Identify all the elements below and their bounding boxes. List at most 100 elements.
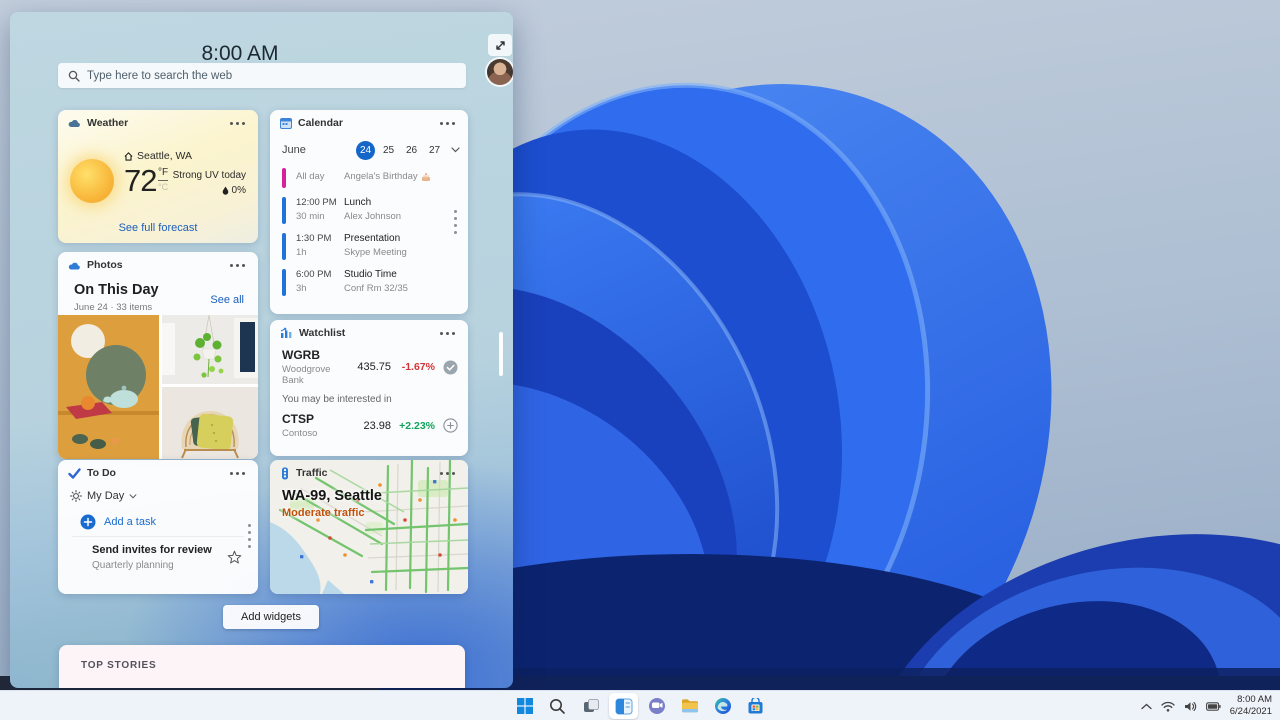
volume-icon[interactable] xyxy=(1184,701,1197,712)
desktop: 8:00 AM Weather xyxy=(0,0,1280,720)
birthday-cake-icon xyxy=(421,172,430,181)
widget-title: Weather xyxy=(87,117,129,129)
todo-menu-button[interactable] xyxy=(226,465,248,481)
traffic-widget: Traffic WA-99, Seattle Moderate traffic xyxy=(270,460,468,594)
todo-widget: To Do My Day Add a task Send invites for… xyxy=(58,460,258,594)
widgets-button[interactable] xyxy=(609,693,638,719)
edge-button[interactable] xyxy=(708,693,737,719)
photo-thumbnail[interactable] xyxy=(58,315,159,459)
calendar-event[interactable]: 6:00 PM 3h Studio Time Conf Rm 32/35 xyxy=(282,269,454,296)
traffic-status: Moderate traffic xyxy=(282,507,365,519)
photo-rattan-chair xyxy=(162,387,258,459)
widget-title: Photos xyxy=(87,259,123,271)
add-task-button[interactable]: Add a task xyxy=(80,514,156,530)
photo-hanging-plant xyxy=(162,315,258,384)
calendar-expand-button[interactable] xyxy=(451,147,460,153)
photos-subheading: June 24 · 33 items xyxy=(74,302,153,313)
see-all-link[interactable]: See all xyxy=(210,294,244,306)
weather-menu-button[interactable] xyxy=(226,115,248,131)
task-view-button[interactable] xyxy=(576,693,605,719)
divider xyxy=(72,536,244,537)
expand-icon xyxy=(495,40,505,50)
event-title: Lunch xyxy=(344,197,372,208)
add-widgets-button[interactable]: Add widgets xyxy=(223,605,319,629)
traffic-light-icon xyxy=(282,467,288,479)
file-explorer-icon xyxy=(681,699,698,713)
stock-company: Contoso xyxy=(282,428,318,439)
photo-thumbnail[interactable] xyxy=(162,315,258,384)
widgets-panel: 8:00 AM Weather xyxy=(10,12,513,688)
traffic-route: WA-99, Seattle xyxy=(282,488,382,504)
start-button[interactable] xyxy=(510,693,539,719)
store-button[interactable] xyxy=(741,693,770,719)
todo-list-label: My Day xyxy=(87,490,125,502)
weather-temperature: 72 xyxy=(124,163,157,198)
weather-widget: Weather Seattle, WA 72 °F °C Strong UV t… xyxy=(58,110,258,243)
calendar-event[interactable]: 12:00 PM 30 min Lunch Alex Johnson xyxy=(282,197,454,224)
calendar-date-26[interactable]: 26 xyxy=(402,141,421,160)
file-explorer-button[interactable] xyxy=(675,693,704,719)
star-favorite-icon[interactable] xyxy=(227,550,242,565)
weather-condition: Strong UV today xyxy=(172,170,246,181)
calendar-menu-button[interactable] xyxy=(436,115,458,131)
calendar-date-27[interactable]: 27 xyxy=(425,141,444,160)
expand-widgets-button[interactable] xyxy=(488,34,512,56)
unit-celsius[interactable]: °C xyxy=(158,183,168,192)
chat-button[interactable] xyxy=(642,693,671,719)
stocks-chart-icon xyxy=(280,327,292,338)
taskbar-search-button[interactable] xyxy=(543,693,572,719)
event-color-bar xyxy=(282,168,286,188)
microsoft-store-icon xyxy=(748,697,763,713)
event-title: Presentation xyxy=(344,233,401,244)
add-task-label: Add a task xyxy=(104,516,156,528)
search-input[interactable] xyxy=(87,69,456,82)
stock-row[interactable]: WGRB Woodgrove Bank 435.75 -1.67% xyxy=(282,348,458,386)
stock-row[interactable]: CTSP Contoso 23.98 +2.23% xyxy=(282,412,458,439)
my-day-sun-icon xyxy=(70,490,82,502)
photo-thumbnail[interactable] xyxy=(162,387,258,459)
add-to-watchlist-icon[interactable] xyxy=(443,418,458,433)
watching-check-icon[interactable] xyxy=(443,360,458,375)
ellipsis-icon xyxy=(445,331,449,335)
web-search-bar[interactable] xyxy=(58,63,466,88)
traffic-menu-button[interactable] xyxy=(436,465,458,481)
edge-icon xyxy=(714,698,731,714)
todo-task-item[interactable]: Send invites for review Quarterly planni… xyxy=(92,544,244,571)
plus-circle-icon xyxy=(80,514,96,530)
ellipsis-icon xyxy=(235,471,239,475)
chevron-down-icon xyxy=(129,493,137,498)
wifi-icon[interactable] xyxy=(1161,701,1175,712)
panel-scrollbar[interactable] xyxy=(499,332,503,376)
calendar-date-25[interactable]: 25 xyxy=(379,141,398,160)
see-full-forecast-link[interactable]: See full forecast xyxy=(58,222,258,234)
stock-price: 435.75 xyxy=(357,361,391,373)
droplet-icon xyxy=(222,186,228,195)
tray-chevron-up-icon[interactable] xyxy=(1141,703,1152,710)
ellipsis-icon xyxy=(445,121,449,125)
calendar-date-24[interactable]: 24 xyxy=(356,140,375,160)
calendar-icon xyxy=(280,118,292,129)
photos-heading: On This Day xyxy=(74,282,159,298)
event-time: 12:00 PM xyxy=(296,197,337,208)
watchlist-menu-button[interactable] xyxy=(436,325,458,341)
precipitation-value: 0% xyxy=(231,185,246,196)
event-color-bar xyxy=(282,269,286,296)
todo-check-icon xyxy=(68,467,81,479)
stock-symbol: CTSP xyxy=(282,412,315,426)
photos-menu-button[interactable] xyxy=(226,257,248,273)
unit-fahrenheit[interactable]: °F xyxy=(158,168,169,181)
ellipsis-icon xyxy=(445,471,449,475)
event-color-bar xyxy=(282,233,286,260)
event-subtitle: Conf Rm 32/35 xyxy=(344,283,408,294)
taskbar-clock[interactable]: 8:00 AM 6/24/2021 xyxy=(1230,694,1272,718)
calendar-event[interactable]: All day Angela's Birthday xyxy=(282,168,454,188)
avatar[interactable] xyxy=(487,59,513,85)
todo-list-selector[interactable]: My Day xyxy=(70,490,137,502)
stock-symbol: WGRB xyxy=(282,348,320,362)
event-time: 1:30 PM xyxy=(296,233,332,244)
calendar-event[interactable]: 1:30 PM 1h Presentation Skype Meeting xyxy=(282,233,454,260)
event-time: All day xyxy=(296,171,325,182)
battery-icon[interactable] xyxy=(1205,701,1221,711)
event-title: Studio Time xyxy=(344,269,397,280)
stock-change: +2.23% xyxy=(399,419,435,432)
